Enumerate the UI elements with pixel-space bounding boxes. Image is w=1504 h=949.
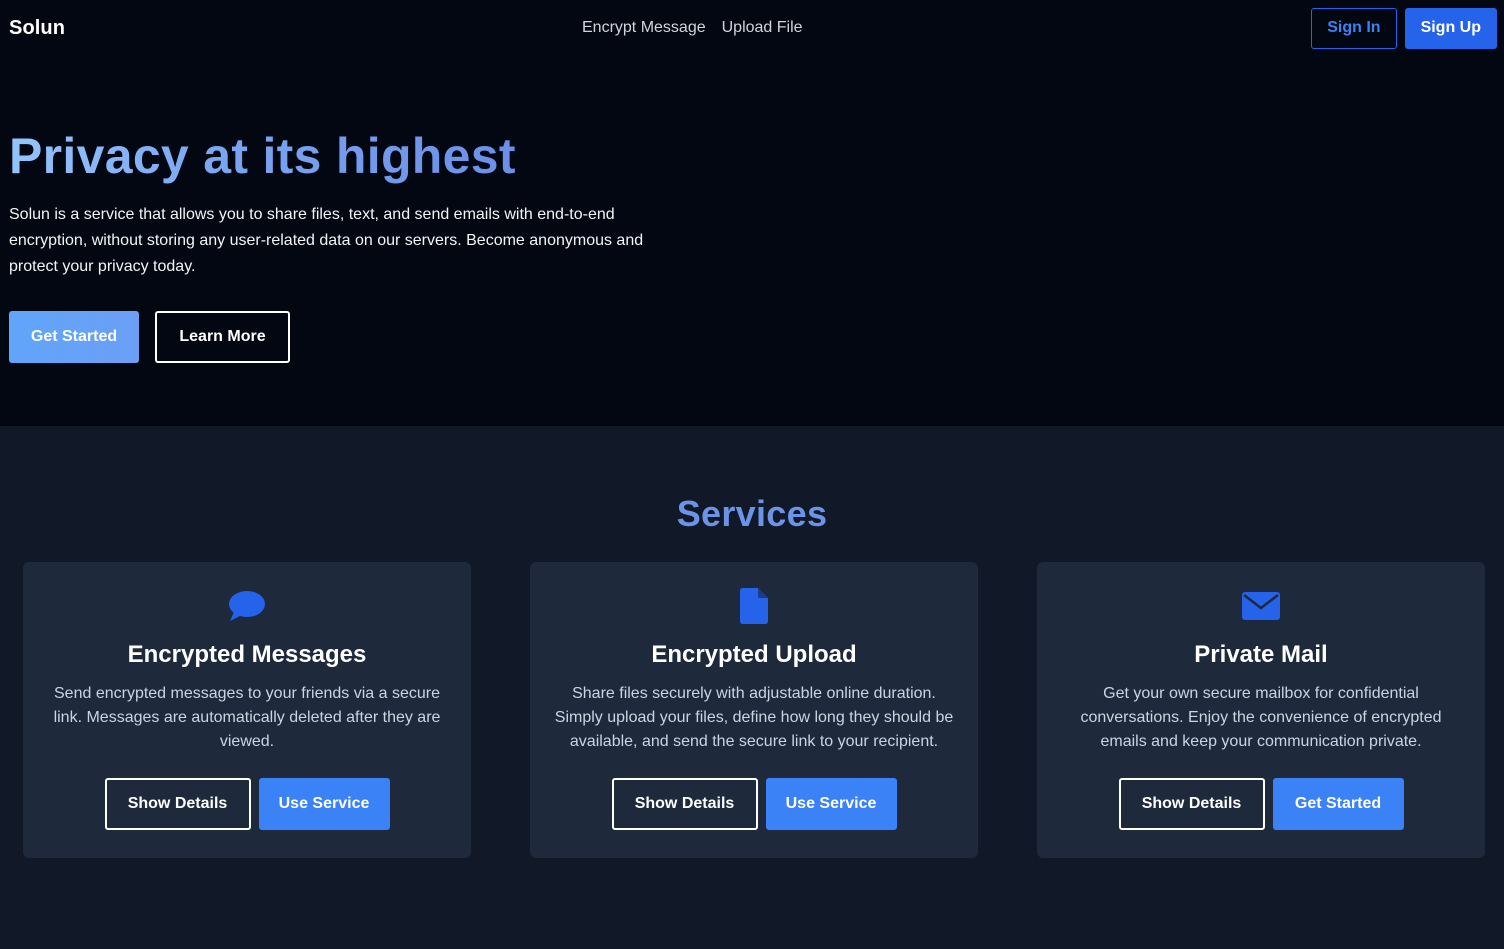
chat-bubble-icon	[227, 588, 267, 624]
navbar: Solun Encrypt Message Upload File Sign I…	[0, 0, 1504, 56]
card-actions: Show Details Use Service	[611, 778, 897, 830]
hero-title: Privacy at its highest	[9, 128, 516, 184]
use-service-button[interactable]: Use Service	[765, 778, 897, 830]
sign-in-button[interactable]: Sign In	[1311, 7, 1397, 49]
card-title: Private Mail	[1194, 641, 1328, 668]
show-details-button[interactable]: Show Details	[611, 778, 758, 830]
show-details-button[interactable]: Show Details	[104, 778, 251, 830]
card-title: Encrypted Messages	[127, 641, 367, 668]
nav-link-encrypt-message[interactable]: Encrypt Message	[582, 19, 706, 37]
envelope-icon	[1241, 588, 1281, 624]
service-card-encrypted-upload: Encrypted Upload Share files securely wi…	[530, 562, 978, 858]
auth-buttons: Sign In Sign Up	[1311, 7, 1497, 49]
services-section: Services Encrypted Messages Send encrypt…	[0, 426, 1504, 858]
nav-link-upload-file[interactable]: Upload File	[722, 19, 803, 37]
get-started-card-button[interactable]: Get Started	[1272, 778, 1404, 830]
services-cards: Encrypted Messages Send encrypted messag…	[0, 562, 1504, 858]
card-actions: Show Details Use Service	[104, 778, 390, 830]
hero-actions: Get Started Learn More	[9, 311, 1495, 363]
services-title: Services	[676, 493, 828, 534]
hero-section: Solun Encrypt Message Upload File Sign I…	[0, 0, 1504, 426]
nav-links: Encrypt Message Upload File	[582, 0, 803, 56]
card-description: Send encrypted messages to your friends …	[53, 685, 441, 750]
service-card-private-mail: Private Mail Get your own secure mailbox…	[1037, 562, 1485, 858]
get-started-button[interactable]: Get Started	[9, 311, 139, 363]
file-icon	[734, 588, 774, 624]
use-service-button[interactable]: Use Service	[258, 778, 390, 830]
card-description: Share files securely with adjustable onl…	[554, 685, 954, 750]
card-actions: Show Details Get Started	[1118, 778, 1404, 830]
show-details-button[interactable]: Show Details	[1118, 778, 1265, 830]
service-card-encrypted-messages: Encrypted Messages Send encrypted messag…	[23, 562, 471, 858]
hero-content: Privacy at its highest Solun is a servic…	[0, 56, 1504, 363]
card-description: Get your own secure mailbox for confiden…	[1080, 685, 1442, 750]
sign-up-button[interactable]: Sign Up	[1404, 7, 1497, 49]
learn-more-button[interactable]: Learn More	[155, 311, 290, 363]
brand-logo[interactable]: Solun	[9, 17, 65, 40]
card-title: Encrypted Upload	[651, 641, 857, 668]
hero-description: Solun is a service that allows you to sh…	[9, 206, 644, 275]
